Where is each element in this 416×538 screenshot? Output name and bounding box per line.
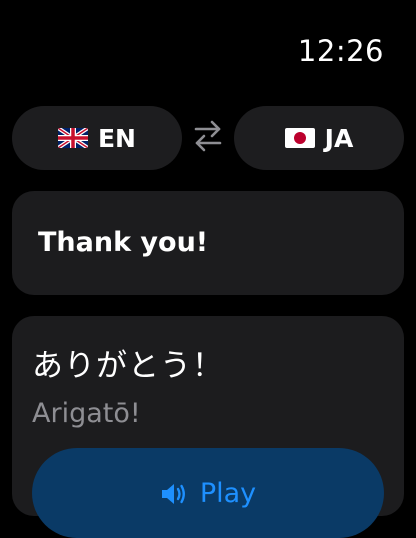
swap-languages-button[interactable]: [190, 120, 226, 156]
translated-text: ありがとう！: [32, 348, 224, 384]
swap-arrows-icon: [193, 119, 223, 157]
target-language-code: JA: [324, 123, 354, 153]
input-card[interactable]: Thank you!: [12, 191, 404, 295]
language-selector: EN JA: [12, 106, 404, 170]
input-text: Thank you!: [38, 227, 209, 258]
play-label: Play: [199, 478, 257, 509]
translation-card: ありがとう！ Arigatō! Play: [12, 316, 404, 538]
play-button[interactable]: Play: [32, 448, 384, 538]
japan-flag-icon: [284, 128, 315, 148]
source-language-button[interactable]: EN: [12, 106, 182, 170]
target-language-button[interactable]: JA: [234, 106, 404, 170]
status-time: 12:26: [297, 34, 384, 68]
source-language-code: EN: [97, 123, 136, 153]
uk-flag-icon: [57, 128, 88, 148]
romanization-text: Arigatō!: [32, 398, 141, 429]
